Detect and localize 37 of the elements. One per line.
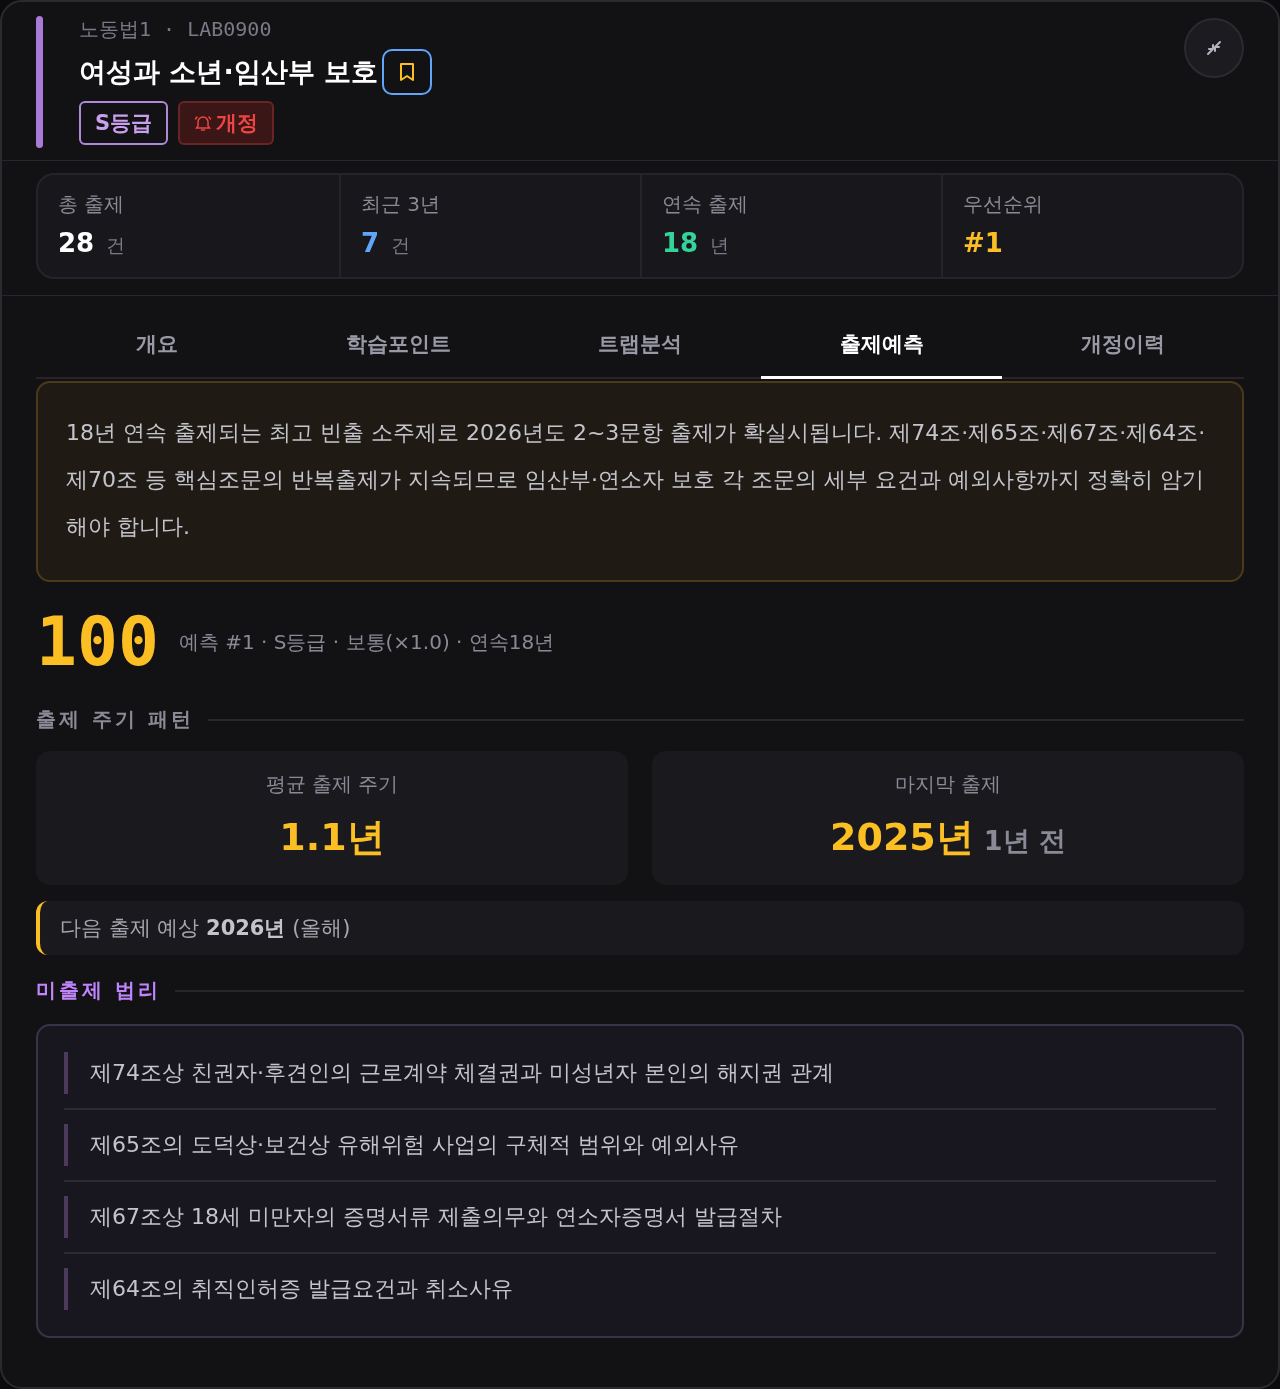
tab[interactable]: 학습포인트 bbox=[277, 314, 520, 379]
prediction-text: 18년 연속 출제되는 최고 빈출 소주제로 2026년도 2~3문항 출제가 확실시됩니다. 제74조·제65조·제67조·제64조·제70조 등 핵심조문의 반복출제가 지속되므로 임산부·연소자 보호 각 조문의 세부 요건과 예외사항까지 정확히 암기해야 합니다. bbox=[36, 381, 1244, 582]
cycle-label: 마지막 출제 bbox=[894, 771, 1002, 798]
next-exam-note: 다음 출제 예상 2026년 (올해) bbox=[36, 901, 1244, 955]
tab[interactable]: 트랩분석 bbox=[519, 314, 761, 379]
stat-label: 총 출제 bbox=[58, 191, 126, 218]
stat-label: 우선순위 bbox=[963, 191, 1044, 218]
tab[interactable]: 개정이력 bbox=[1002, 314, 1244, 379]
list-item: 제74조상 친권자·후견인의 근로계약 체결권과 미성년자 본인의 해지권 관계 bbox=[64, 1052, 1216, 1094]
stat-value: #1 bbox=[963, 228, 1003, 258]
cycle-value: 2025년 bbox=[830, 814, 974, 861]
stat-unit: 건 bbox=[106, 233, 126, 258]
revision-badge: 개정 bbox=[178, 101, 275, 145]
tab[interactable]: 개요 bbox=[36, 314, 278, 379]
bell-icon bbox=[194, 114, 213, 132]
score-detail: 예측 #1 · S등급 · 보통(×1.0) · 연속18년 bbox=[178, 628, 555, 656]
bookmark-icon bbox=[398, 62, 417, 82]
stat-label: 최근 3년 bbox=[361, 191, 442, 218]
section-title: 미출제 법리 bbox=[36, 977, 161, 1004]
cycle-label: 평균 출제 주기 bbox=[265, 771, 399, 798]
cycle-note: 1년 전 bbox=[983, 824, 1066, 858]
stat-value: 28 bbox=[58, 228, 95, 258]
score-value: 100 bbox=[36, 601, 159, 683]
bookmark-button[interactable] bbox=[382, 49, 433, 95]
stat-unit: 년 bbox=[710, 233, 730, 258]
stat-label: 연속 출제 bbox=[662, 191, 750, 218]
section-title: 출제 주기 패턴 bbox=[36, 706, 194, 733]
list-item: 제67조상 18세 미만자의 증명서류 제출의무와 연소자증명서 발급절차 bbox=[64, 1196, 1216, 1238]
stat-value: 18 bbox=[662, 228, 699, 258]
list-item: 제64조의 취직인허증 발급요건과 취소사유 bbox=[64, 1268, 1216, 1310]
cycle-value: 1.1년 bbox=[279, 814, 385, 861]
stat-unit: 건 bbox=[391, 233, 411, 258]
list-item: 제65조의 도덕상·보건상 유해위험 사업의 구체적 범위와 예외사유 bbox=[64, 1124, 1216, 1166]
stat-value: 7 bbox=[361, 228, 380, 258]
breadcrumb: 노동법1 · LAB0900 bbox=[79, 16, 273, 43]
grade-badge: S등급 bbox=[79, 101, 169, 145]
topic-title: 여성과 소년·임산부 보호 bbox=[79, 55, 379, 89]
